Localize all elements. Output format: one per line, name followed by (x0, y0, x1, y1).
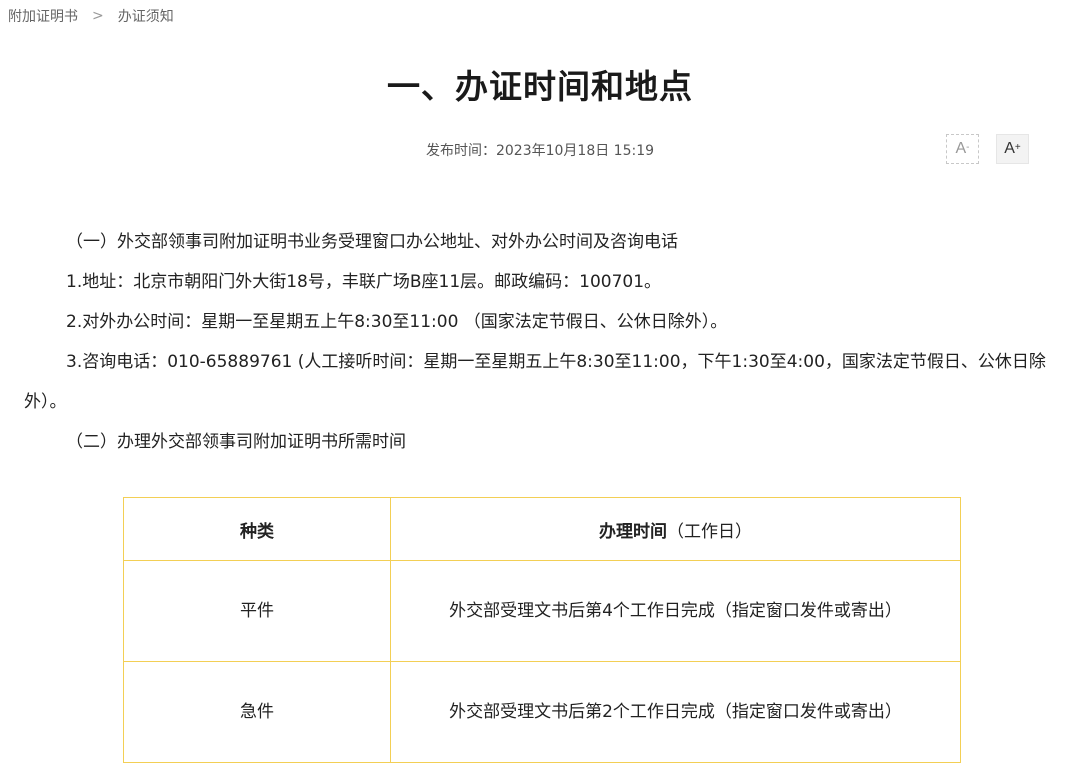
paragraph-phone: 3.咨询电话：010-65889761 (人工接听时间：星期一至星期五上午8:3… (24, 352, 1046, 412)
table-row: 平件 外交部受理文书后第4个工作日完成（指定窗口发件或寄出） (123, 560, 961, 662)
font-size-controls: A- A + (946, 134, 1029, 164)
paragraph-address: 1.地址：北京市朝阳门外大街18号，丰联广场B座11层。邮政编码：100701。 (66, 272, 662, 292)
processing-time-table-wrap: 种类 办理时间（工作日） 平件 外交部受理文书后第4个工作日完成（指定窗口发件或… (123, 497, 961, 763)
table-cell-time: 外交部受理文书后第4个工作日完成（指定窗口发件或寄出） (390, 560, 961, 662)
table-cell-time: 外交部受理文书后第2个工作日完成（指定窗口发件或寄出） (390, 661, 961, 763)
table-cell-type: 急件 (123, 661, 391, 763)
breadcrumb-item-certificate[interactable]: 附加证明书 (8, 6, 78, 26)
table-header-time-unit: （工作日） (667, 521, 752, 542)
publish-time-value: 2023年10月18日 15:19 (495, 143, 655, 159)
breadcrumb: 附加证明书 > 办证须知 (8, 6, 174, 26)
article-content: （一）外交部领事司附加证明书业务受理窗口办公地址、对外办公时间及咨询电话 1.地… (24, 222, 1066, 462)
table-header-time: 办理时间（工作日） (390, 497, 961, 561)
processing-time-table: 种类 办理时间（工作日） 平件 外交部受理文书后第4个工作日完成（指定窗口发件或… (123, 497, 961, 763)
breadcrumb-item-notice[interactable]: 办证须知 (118, 6, 174, 26)
section-heading-time: （二）办理外交部领事司附加证明书所需时间 (66, 432, 406, 452)
publish-time: 发布时间：2023年10月18日 15:19 (0, 140, 1080, 160)
breadcrumb-separator-icon: > (92, 8, 104, 24)
decrease-font-button[interactable]: A- (946, 134, 979, 164)
publish-time-label: 发布时间： (425, 143, 496, 159)
table-header-row: 种类 办理时间（工作日） (123, 497, 961, 561)
increase-font-icon: A (1004, 140, 1015, 157)
table-cell-type: 平件 (123, 560, 391, 662)
table-header-time-label: 办理时间 (599, 521, 667, 542)
paragraph-office-hours: 2.对外办公时间：星期一至星期五上午8:30至11:00 （国家法定节假日、公休… (66, 312, 728, 332)
table-row: 急件 外交部受理文书后第2个工作日完成（指定窗口发件或寄出） (123, 661, 961, 763)
decrease-font-icon: A (955, 140, 967, 157)
section-heading-office: （一）外交部领事司附加证明书业务受理窗口办公地址、对外办公时间及咨询电话 (66, 232, 678, 252)
decrease-font-sign: - (966, 141, 970, 153)
page-title: 一、办证时间和地点 (387, 67, 693, 106)
table-header-type: 种类 (123, 497, 391, 561)
increase-font-button[interactable]: A + (996, 134, 1029, 164)
increase-font-sign: + (1014, 141, 1021, 153)
